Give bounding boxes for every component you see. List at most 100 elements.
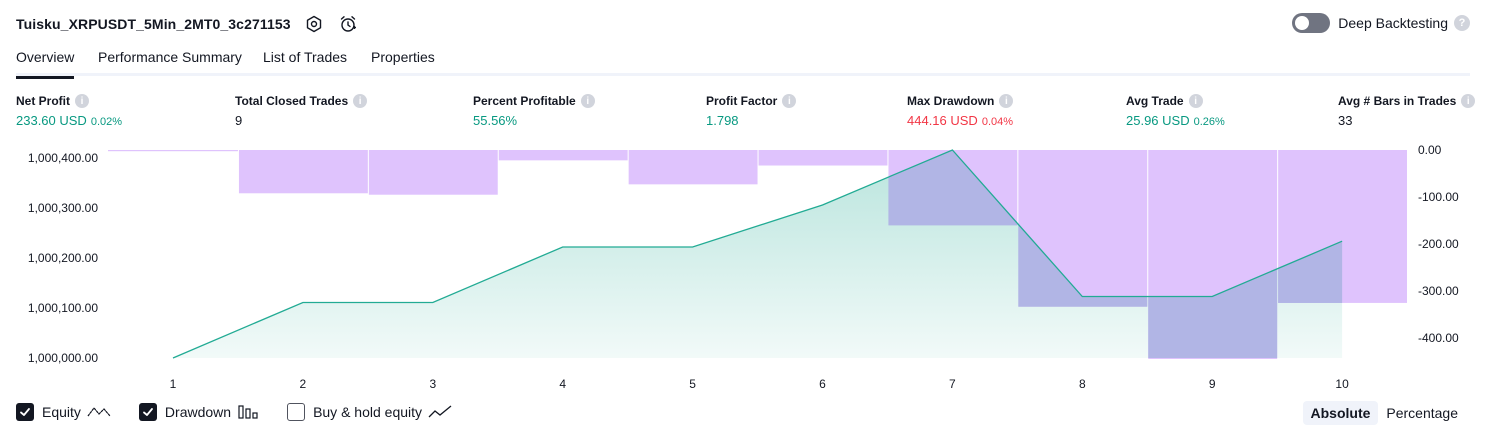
info-icon[interactable]: i [999, 94, 1014, 108]
tab-list-of-trades[interactable]: List of Trades [263, 49, 347, 76]
left-axis-tick-label: 1,000,400.00 [28, 151, 98, 165]
equity-line-icon [87, 404, 111, 420]
drawdown-bar [498, 150, 628, 161]
metric-label: Max Drawdown i [907, 94, 1014, 108]
buy-hold-line-icon [428, 404, 452, 420]
info-icon[interactable]: i [782, 94, 797, 108]
metric-max-drawdown: Max Drawdown i 444.16 USD 0.04% [907, 94, 1014, 128]
metric-value-text: 33 [1338, 113, 1353, 128]
x-axis-tick-label: 10 [1335, 377, 1349, 391]
left-axis-tick-label: 1,000,200.00 [28, 251, 98, 265]
percentage-button[interactable]: Percentage [1378, 401, 1466, 425]
x-axis-tick-label: 3 [429, 377, 436, 391]
metric-label-text: Total Closed Trades [235, 94, 349, 108]
drawdown-bar [758, 150, 888, 166]
drawdown-label: Drawdown [164, 404, 232, 420]
x-axis-tick-label: 6 [819, 377, 826, 391]
drawdown-checkbox[interactable] [138, 403, 157, 421]
info-icon[interactable]: i [75, 94, 89, 108]
x-axis-tick-label: 1 [170, 377, 177, 391]
equity-drawdown-chart: 1,000,400.00 1,000,300.00 1,000,200.00 1,00… [28, 143, 1459, 391]
buy-hold-label: Buy & hold equity [313, 404, 423, 420]
metric-label-text: Avg Trade [1126, 94, 1184, 108]
metric-label: Percent Profitable i [473, 94, 595, 108]
right-axis-tick-label: -400.00 [1418, 331, 1459, 345]
alarm-clock-icon[interactable] [337, 13, 359, 35]
settings-icon[interactable] [303, 13, 325, 35]
metric-avg-bars-in-trades: Avg # Bars in Trades i 33 [1338, 94, 1476, 128]
metric-value: 1.798 [706, 113, 796, 128]
metric-profit-factor: Profit Factor i 1.798 [706, 94, 797, 128]
metric-value: 25.96 USD 0.26% [1126, 113, 1225, 128]
drawdown-bar [238, 150, 368, 194]
metric-value: 444.16 USD 0.04% [907, 113, 1013, 128]
chart-legend: Equity Drawdown Buy & hold equity [16, 403, 480, 421]
equity-checkbox[interactable] [16, 403, 34, 421]
metric-label-text: Profit Factor [706, 94, 778, 108]
deep-backtesting-toggle[interactable] [1292, 13, 1331, 33]
strategy-header: Tuisku_XRPUSDT_5Min_2MT0_3c271153 [16, 12, 359, 36]
legend-drawdown[interactable]: Drawdown [138, 403, 259, 421]
metric-value: 33 [1338, 113, 1475, 128]
info-icon[interactable]: i [1461, 94, 1476, 108]
x-axis-tick-label: 2 [300, 377, 307, 391]
drawdown-bar [628, 150, 758, 185]
metric-label: Avg Trade i [1126, 94, 1225, 108]
help-icon[interactable]: ? [1454, 15, 1470, 31]
tab-overview[interactable]: Overview [16, 49, 75, 79]
tab-bar: Overview Performance Summary List of Tra… [16, 46, 1470, 79]
deep-backtesting-label: Deep Backtesting [1338, 15, 1448, 31]
info-icon[interactable]: i [580, 94, 595, 108]
metric-percent: 0.04% [981, 116, 1014, 128]
right-axis-tick-label: 0.00 [1418, 143, 1442, 157]
metric-net-profit: Net Profit i 233.60 USD 0.02% [16, 94, 122, 128]
metric-avg-trade: Avg Trade i 25.96 USD 0.26% [1126, 94, 1225, 128]
left-axis-tick-label: 1,000,100.00 [28, 301, 98, 315]
right-axis-tick-label: -200.00 [1418, 237, 1459, 251]
drawdown-bar [108, 150, 238, 152]
legend-buy-hold[interactable]: Buy & hold equity [287, 403, 452, 421]
metric-value: 55.56% [473, 113, 595, 128]
drawdown-bar [368, 150, 498, 195]
left-axis-tick-label: 1,000,000.00 [28, 351, 98, 365]
equity-label: Equity [42, 404, 81, 420]
x-axis-tick-label: 5 [689, 377, 696, 391]
metric-label: Total Closed Trades i [235, 94, 368, 108]
absolute-button[interactable]: Absolute [1302, 401, 1379, 425]
buy-hold-checkbox[interactable] [287, 403, 306, 421]
right-axis-tick-label: -300.00 [1418, 284, 1459, 298]
metric-label: Net Profit i [16, 94, 122, 108]
drawdown-bars-icon [237, 404, 259, 420]
metric-value-text: 1.798 [706, 113, 739, 128]
x-axis-tick-label: 9 [1209, 377, 1216, 391]
legend-equity[interactable]: Equity [16, 403, 111, 421]
right-axis-tick-label: -100.00 [1418, 190, 1459, 204]
metric-value-text: 233.60 USD [16, 113, 87, 128]
metric-label-text: Percent Profitable [473, 94, 576, 108]
x-axis-tick-label: 7 [949, 377, 956, 391]
metric-value-text: 25.96 USD [1126, 113, 1190, 128]
strategy-title: Tuisku_XRPUSDT_5Min_2MT0_3c271153 [16, 16, 291, 32]
info-icon[interactable]: i [1188, 94, 1203, 108]
metric-value-text: 55.56% [473, 113, 518, 128]
deep-backtesting-control: Deep Backtesting ? [1292, 13, 1470, 33]
x-axis-tick-label: 8 [1079, 377, 1086, 391]
metric-label-text: Avg # Bars in Trades [1338, 94, 1457, 108]
metric-label-text: Net Profit [16, 94, 70, 108]
metric-value: 233.60 USD 0.02% [16, 113, 122, 128]
metric-label: Profit Factor i [706, 94, 797, 108]
metric-percent: 0.02% [90, 116, 123, 128]
metric-total-closed-trades: Total Closed Trades i 9 [235, 94, 368, 128]
metric-label: Avg # Bars in Trades i [1338, 94, 1476, 108]
info-icon[interactable]: i [353, 94, 368, 108]
view-mode-toggle: Absolute Percentage [1302, 401, 1467, 425]
left-axis-tick-label: 1,000,300.00 [28, 201, 98, 215]
tab-properties[interactable]: Properties [371, 49, 435, 76]
metric-percent-profitable: Percent Profitable i 55.56% [473, 94, 595, 128]
x-axis-tick-label: 4 [559, 377, 566, 391]
metric-label-text: Max Drawdown [907, 94, 995, 108]
metric-percent: 0.26% [1193, 116, 1225, 128]
metric-value: 9 [235, 113, 367, 128]
tab-performance-summary[interactable]: Performance Summary [98, 49, 242, 76]
metric-value-text: 9 [235, 113, 243, 128]
